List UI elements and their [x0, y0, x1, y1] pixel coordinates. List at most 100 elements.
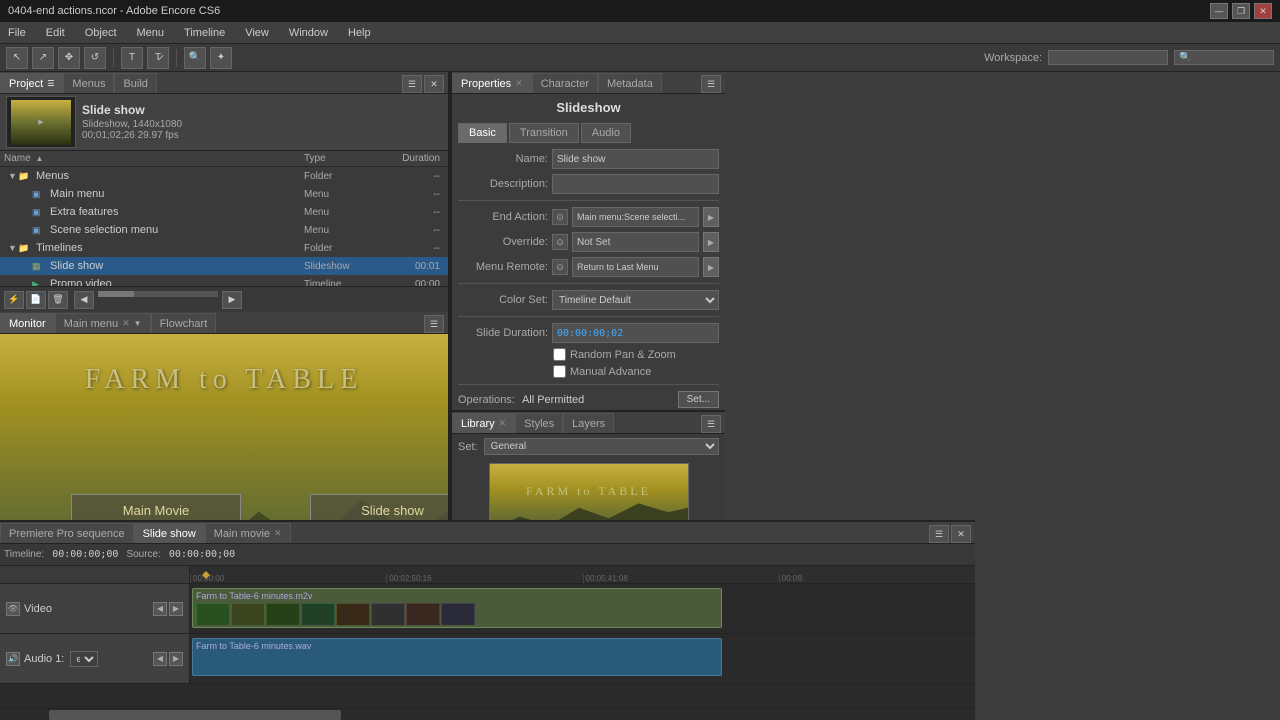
menu-timeline[interactable]: Timeline — [180, 25, 229, 41]
audio-clip[interactable]: Farm to Table-6 minutes.wav — [192, 638, 722, 676]
menu-edit[interactable]: Edit — [42, 25, 69, 41]
prop-value-menu-remote[interactable]: Return to Last Menu — [572, 257, 699, 277]
library-close[interactable]: ✕ — [499, 418, 507, 429]
tab-monitor[interactable]: Monitor — [0, 313, 55, 333]
tab-metadata[interactable]: Metadata — [598, 73, 662, 93]
prop-set-button[interactable]: Set... — [678, 391, 719, 408]
toggle-timelines[interactable]: ▼ — [8, 243, 18, 253]
tl-value-source[interactable]: 00:00:00;00 — [169, 549, 235, 560]
menu-help[interactable]: Help — [344, 25, 375, 41]
track-video-btn-next[interactable]: ▶ — [169, 602, 183, 616]
menu-remote-arrow[interactable]: ▶ — [703, 257, 719, 277]
tree-row-menus-folder[interactable]: ▼ 📁 Menus Folder -- — [0, 167, 448, 185]
timeline-panel-menu[interactable]: ☰ — [929, 525, 949, 543]
nav-forward[interactable]: ▶ — [222, 291, 242, 309]
prop-input-slide-duration[interactable] — [552, 323, 719, 343]
close-button[interactable]: ✕ — [1254, 3, 1272, 19]
tl-value-time[interactable]: 00:00:00;00 — [52, 549, 118, 560]
override-arrow[interactable]: ▶ — [703, 232, 719, 252]
tab-project[interactable]: Project ☰ — [0, 73, 63, 93]
scroll-track[interactable] — [98, 291, 218, 297]
prop-tab-transition[interactable]: Transition — [509, 123, 579, 143]
tab-properties[interactable]: Properties ✕ — [452, 73, 532, 93]
tab-styles[interactable]: Styles — [515, 413, 563, 433]
tool-extra[interactable]: ✦ — [210, 47, 232, 69]
audio-lang-select[interactable]: en — [70, 651, 98, 667]
timeline-empty — [0, 684, 975, 708]
prop-check-random-pan[interactable] — [553, 348, 566, 361]
prop-tab-basic[interactable]: Basic — [458, 123, 507, 143]
video-clip[interactable]: Farm to Table-6 minutes.m2v — [192, 588, 722, 628]
new-item-button[interactable]: 📄 — [26, 291, 46, 309]
menu-object[interactable]: Object — [81, 25, 121, 41]
menu-menu[interactable]: Menu — [133, 25, 169, 41]
prop-input-name[interactable] — [552, 149, 719, 169]
project-panel-menu[interactable]: ☰ — [402, 75, 422, 93]
timeline-panel-close[interactable]: ✕ — [951, 525, 971, 543]
main-menu-tab-close[interactable]: ✕ — [122, 318, 130, 329]
tree-row-timelines-folder[interactable]: ▼ 📁 Timelines Folder -- — [0, 239, 448, 257]
tab-main-menu[interactable]: Main menu ✕ ▼ — [55, 313, 151, 333]
tool-rotate[interactable]: ↺ — [84, 47, 106, 69]
tree-type-timelines: Folder — [304, 243, 384, 254]
minimize-button[interactable]: — — [1210, 3, 1228, 19]
menu-view[interactable]: View — [241, 25, 273, 41]
menu-window[interactable]: Window — [285, 25, 332, 41]
properties-close[interactable]: ✕ — [515, 78, 523, 89]
ruler-mark-3: 00:08: — [779, 574, 975, 583]
timeline-tab-slideshow[interactable]: Slide show — [134, 523, 205, 543]
prop-value-end-action[interactable]: Main menu:Scene selecti... — [572, 207, 699, 227]
thumb-7 — [406, 603, 440, 625]
timeline-tab-main-movie[interactable]: Main movie ✕ — [205, 523, 291, 543]
tab-flowchart[interactable]: Flowchart — [151, 313, 217, 333]
tree-row-extra-features[interactable]: ▣ Extra features Menu -- — [0, 203, 448, 221]
tool-move[interactable]: ✥ — [58, 47, 80, 69]
toggle-menus[interactable]: ▼ — [8, 171, 18, 181]
tool-select[interactable]: ↖ — [6, 47, 28, 69]
prop-value-override[interactable]: Not Set — [572, 232, 699, 252]
tool-zoom[interactable]: 🔍 — [184, 47, 206, 69]
menu-file[interactable]: File — [4, 25, 30, 41]
tab-build[interactable]: Build — [114, 73, 156, 93]
tree-row-slide-show[interactable]: ▦ Slide show Slideshow 00:01 — [0, 257, 448, 275]
tab-layers[interactable]: Layers — [563, 413, 614, 433]
properties-panel-menu[interactable]: ☰ — [701, 75, 721, 93]
prop-tab-audio[interactable]: Audio — [581, 123, 631, 143]
tree-row-scene-selection[interactable]: ▣ Scene selection menu Menu -- — [0, 221, 448, 239]
project-tree[interactable]: ▼ 📁 Menus Folder -- ▣ Main menu Menu -- — [0, 167, 448, 286]
tab-menus[interactable]: Menus — [63, 73, 114, 93]
end-action-arrow[interactable]: ▶ — [703, 207, 719, 227]
tab-library[interactable]: Library ✕ — [452, 413, 515, 433]
audio-visibility-toggle[interactable]: 🔊 — [6, 652, 20, 666]
tree-row-main-menu[interactable]: ▣ Main menu Menu -- — [0, 185, 448, 203]
search-input[interactable] — [1174, 50, 1274, 65]
tool-direct-select[interactable]: ↗ — [32, 47, 54, 69]
prop-select-color-set[interactable]: Timeline Default — [552, 290, 719, 310]
track-audio-btn-prev[interactable]: ◀ — [153, 652, 167, 666]
track-audio-btn-next[interactable]: ▶ — [169, 652, 183, 666]
tree-row-promo-video[interactable]: ▶ Promo video Timeline 00:00 — [0, 275, 448, 286]
prop-input-description[interactable] — [552, 174, 719, 194]
timeline-tab-premiere[interactable]: Premiere Pro sequence — [0, 523, 134, 543]
main-menu-dropdown-icon[interactable]: ▼ — [134, 319, 142, 328]
workspace-select[interactable] — [1048, 50, 1168, 65]
delete-button[interactable]: 🗑 — [48, 291, 68, 309]
nav-back[interactable]: ◀ — [74, 291, 94, 309]
video-visibility-toggle[interactable]: 👁 — [6, 602, 20, 616]
tab-character[interactable]: Character — [532, 73, 598, 93]
filter-button[interactable]: ⚡ — [4, 291, 24, 309]
timeline-scrollbar[interactable] — [0, 708, 975, 720]
tool-text[interactable]: T — [121, 47, 143, 69]
monitor-panel-menu[interactable]: ☰ — [424, 315, 444, 333]
playhead-marker[interactable] — [202, 566, 210, 583]
project-panel-close[interactable]: ✕ — [424, 75, 444, 93]
library-set-select[interactable]: General — [484, 438, 719, 455]
track-video-btn-prev[interactable]: ◀ — [153, 602, 167, 616]
timeline-scrollbar-thumb[interactable] — [49, 710, 342, 720]
restore-button[interactable]: ❐ — [1232, 3, 1250, 19]
tool-vertical-text[interactable]: T̷ — [147, 47, 169, 69]
project-type: Slideshow, 1440x1080 — [82, 119, 182, 130]
prop-check-manual-advance[interactable] — [553, 365, 566, 378]
main-movie-tab-close[interactable]: ✕ — [274, 528, 282, 539]
library-panel-menu[interactable]: ☰ — [701, 415, 721, 433]
